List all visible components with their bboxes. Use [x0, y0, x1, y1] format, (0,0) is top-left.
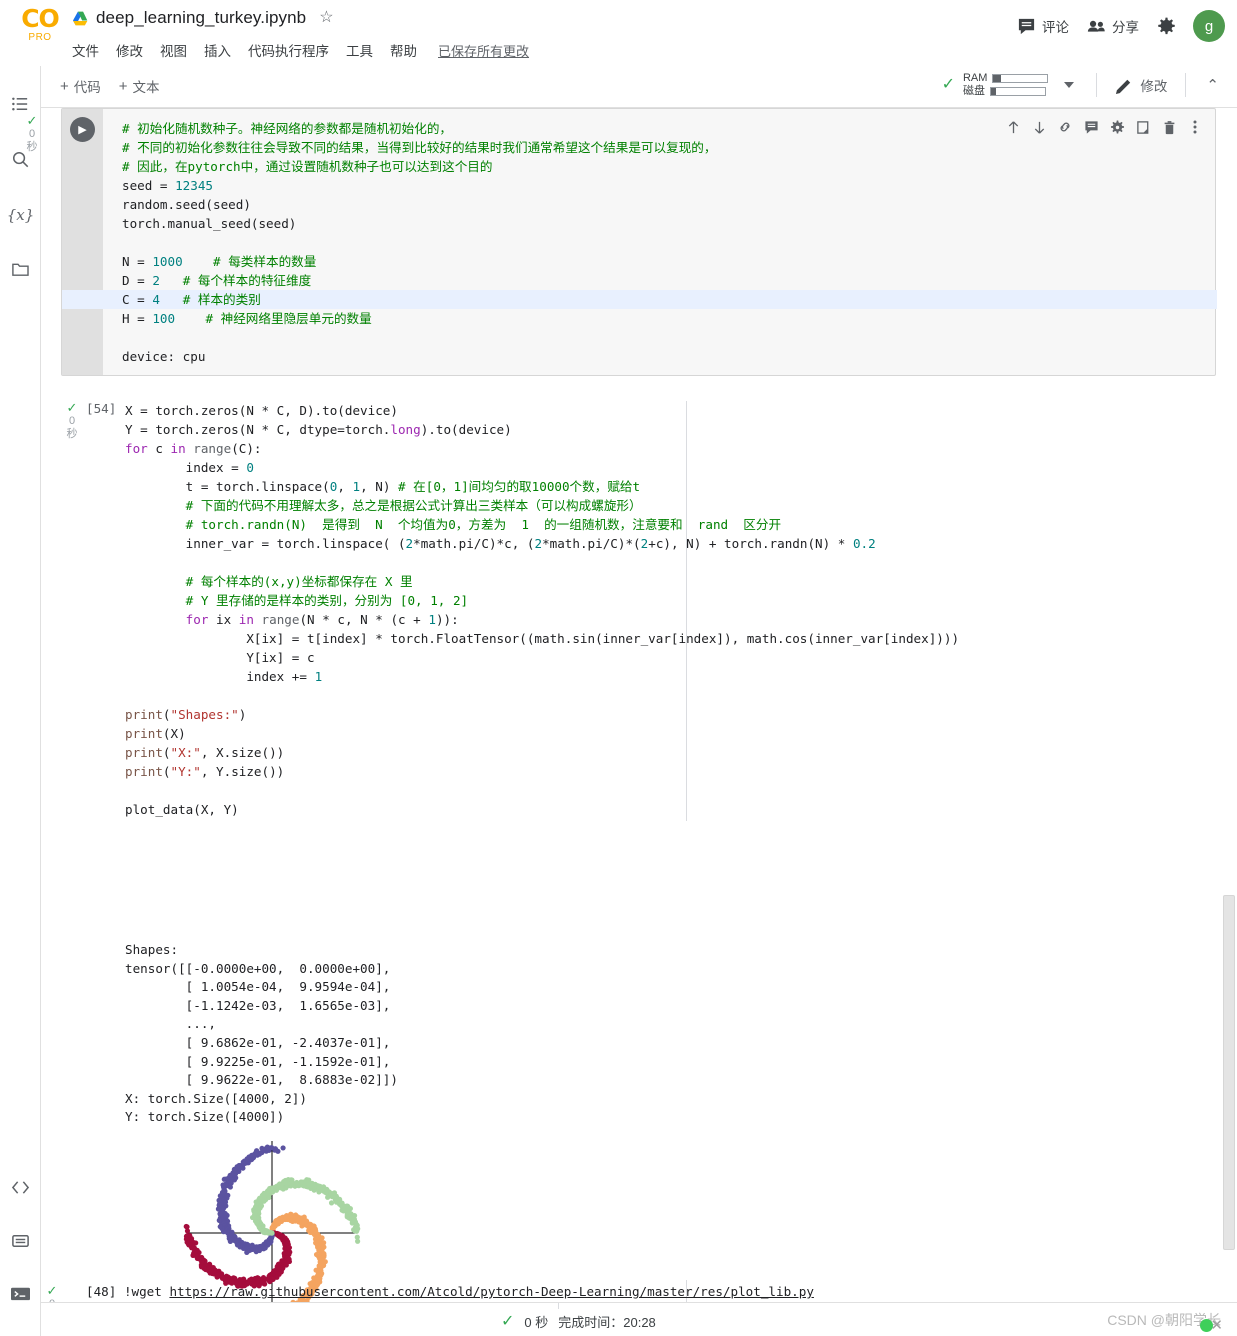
add-code-label: 代码: [73, 80, 101, 95]
plus-icon: +: [60, 77, 69, 95]
comment-label: 评论: [1042, 20, 1069, 35]
menu-bar: 文件 修改 视图 插入 代码执行程序 工具 帮助 已保存所有更改: [72, 40, 529, 60]
status-bar: ✓ 0 秒 完成时间：20:28 CSDN @朝阳学长 ✕: [41, 1302, 1237, 1336]
code-line: seed = 12345: [122, 178, 213, 193]
vertical-scrollbar-thumb[interactable]: [1223, 895, 1235, 1250]
divider: [558, 1303, 559, 1309]
code-line: random.seed(seed): [122, 197, 251, 212]
menu-insert[interactable]: 插入: [204, 40, 231, 60]
completion-time: 完成时间：20:28: [558, 1315, 656, 1330]
cell-3-source[interactable]: [48] !wget https://raw.githubusercontent…: [86, 1284, 814, 1299]
notebook-body: ✓ 0 秒 ▶ # 初始化随机数种子。神经网络的参数都是随机初始化的， # 不同…: [27, 108, 1237, 1333]
add-code-cell-button[interactable]: + 代码: [60, 76, 101, 96]
cell-1-output: device: cpu: [122, 349, 206, 364]
cell-1-gutter: ✓ 0 秒: [21, 114, 43, 154]
code-line: # 因此，在pytorch中，通过设置随机数种子也可以达到这个目的: [122, 159, 493, 174]
menu-runtime[interactable]: 代码执行程序: [248, 40, 329, 60]
cell-3-status-check: ✓: [46, 1283, 58, 1298]
status-check-icon: ✓: [501, 1312, 515, 1330]
terminal-icon[interactable]: [0, 1273, 41, 1314]
cell-1-source[interactable]: # 初始化随机数种子。神经网络的参数都是随机初始化的， # 不同的初始化参数往往…: [62, 119, 1217, 328]
code-line: # 不同的初始化参数往往会导致不同的结果，当得到比较好的结果时我们通常希望这个结…: [122, 140, 717, 155]
chevron-up-icon[interactable]: ⌃: [1196, 72, 1229, 98]
colab-pro-badge: PRO: [28, 32, 52, 43]
edit-label: 修改: [1140, 79, 1168, 94]
resource-labels: RAM 磁盘: [962, 72, 1049, 98]
cell-2-exec-count: [54]: [86, 401, 117, 416]
connected-check-icon: ✓: [941, 76, 955, 93]
plus-icon: +: [118, 77, 128, 95]
drive-icon: [73, 11, 88, 25]
people-icon: [1087, 20, 1105, 32]
cell-2-output-text: Shapes: tensor([[-0.0000e+00, 0.0000e+00…: [125, 942, 398, 1125]
share-label: 分享: [1112, 20, 1139, 35]
disk-meter: [989, 86, 1046, 96]
cell-1-exec-unit: 秒: [26, 141, 38, 153]
rail-bottom-group: [0, 1167, 41, 1314]
menu-edit[interactable]: 修改: [116, 40, 143, 60]
cell-1-status-check: ✓: [26, 113, 38, 128]
share-button[interactable]: 分享: [1078, 10, 1148, 42]
colab-logo-text: CO: [21, 4, 60, 33]
plot-lib-url-link[interactable]: https://raw.githubusercontent.com/Atcold…: [169, 1284, 813, 1299]
add-cell-buttons: + 代码 + 文本: [60, 76, 160, 96]
add-text-cell-button[interactable]: + 文本: [119, 76, 160, 96]
notebook-toolbar: + 代码 + 文本 ✓ RAM 磁盘 修改 ⌃: [0, 66, 1237, 108]
colab-window: CO PRO deep_learning_turkey.ipynb ☆ 文件 修…: [0, 0, 1237, 1336]
cell-2-exec-unit: 秒: [66, 428, 78, 440]
edit-button[interactable]: 修改: [1107, 71, 1175, 99]
save-status-label[interactable]: 已保存所有更改: [438, 41, 529, 60]
cell-2-status-check: ✓: [66, 400, 78, 415]
code-snippets-icon[interactable]: [0, 1167, 41, 1208]
divider: [1096, 73, 1098, 97]
divider: [1185, 73, 1187, 97]
command-palette-icon[interactable]: [0, 1220, 41, 1261]
code-line-highlighted: C = 4 # 样本的类别: [62, 290, 1217, 309]
title-row: deep_learning_turkey.ipynb ☆: [72, 8, 334, 28]
left-rail: {x}: [0, 66, 41, 1336]
code-line: # 初始化随机数种子。神经网络的参数都是随机初始化的，: [122, 121, 453, 136]
menu-file[interactable]: 文件: [72, 40, 99, 60]
execution-duration: 0 秒: [524, 1315, 549, 1330]
ram-meter: [992, 73, 1049, 83]
watermark-close-icon[interactable]: ✕: [1210, 1316, 1223, 1334]
app-header: CO PRO deep_learning_turkey.ipynb ☆ 文件 修…: [0, 0, 1237, 66]
pencil-icon: [1116, 79, 1131, 94]
code-line: H = 100 # 神经网络里隐层单元的数量: [122, 311, 372, 326]
code-line: D = 2 # 每个样本的特征维度: [122, 273, 312, 288]
code-line: N = 1000 # 每类样本的数量: [122, 254, 317, 269]
comment-icon: [1018, 18, 1035, 34]
avatar[interactable]: g: [1193, 10, 1225, 42]
disk-label: 磁盘: [962, 85, 985, 97]
wget-command: !wget: [123, 1284, 170, 1299]
gear-icon: [1158, 17, 1175, 34]
code-line: torch.manual_seed(seed): [122, 216, 297, 231]
ram-label: RAM: [962, 72, 988, 84]
menu-view[interactable]: 视图: [160, 40, 187, 60]
cell-1-exec-time: 0: [28, 128, 36, 140]
cell-2-source[interactable]: X = torch.zeros(N * C, D).to(device) Y =…: [125, 401, 959, 819]
cell-1-run-gutter: [62, 109, 103, 375]
document-title[interactable]: deep_learning_turkey.ipynb: [96, 8, 306, 28]
menu-tools[interactable]: 工具: [346, 40, 373, 60]
run-cell-button[interactable]: ▶: [70, 117, 95, 142]
cell-3-exec-count: [48]: [86, 1284, 117, 1299]
cell-2-exec-time: 0: [68, 415, 76, 427]
variables-icon[interactable]: {x}: [0, 194, 41, 235]
header-actions: 评论 分享 g: [1008, 10, 1225, 42]
menu-help[interactable]: 帮助: [390, 40, 417, 60]
files-icon[interactable]: [0, 249, 41, 290]
execution-status: ✓ 0 秒 完成时间：20:28: [501, 1312, 656, 1331]
cell-1-container[interactable]: ▶ # 初始化随机数种子。神经网络的参数都是随机初始化的， # 不同的初始化参数…: [61, 108, 1217, 376]
settings-button[interactable]: [1148, 11, 1185, 42]
toolbar-right: ✓ RAM 磁盘 修改 ⌃: [938, 70, 1229, 100]
colab-logo[interactable]: CO PRO: [18, 6, 62, 54]
cell-2-gutter: ✓ 0 秒: [61, 401, 83, 441]
add-text-label: 文本: [132, 80, 160, 95]
resource-meter[interactable]: ✓ RAM 磁盘: [938, 70, 1087, 100]
chevron-down-icon[interactable]: [1064, 82, 1075, 88]
comment-button[interactable]: 评论: [1008, 10, 1078, 42]
star-outline-icon[interactable]: ☆: [319, 10, 333, 26]
